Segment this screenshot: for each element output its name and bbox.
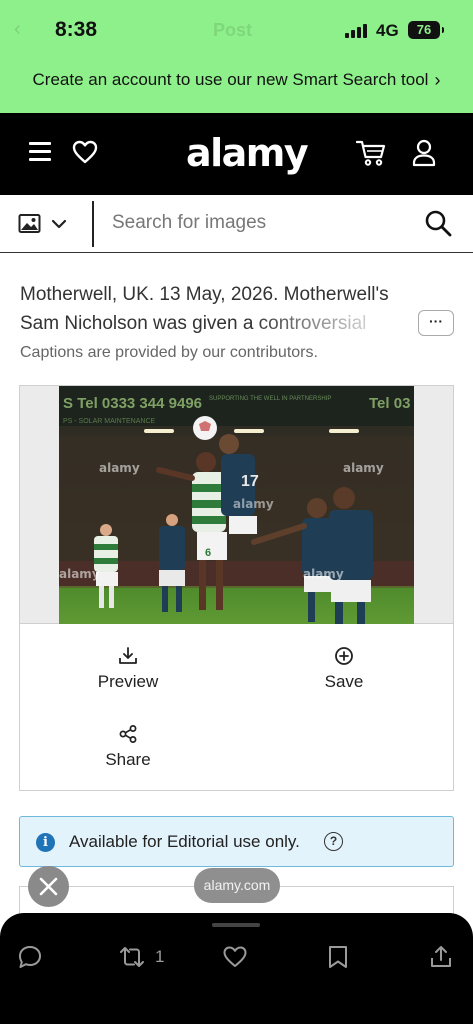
board-sub-text: PS - SOLAR MAINTENANCE <box>63 418 156 425</box>
network-type: 4G <box>376 21 399 40</box>
search-icon[interactable] <box>424 209 452 237</box>
caption-fade <box>250 309 400 338</box>
search-input[interactable] <box>112 207 402 239</box>
image-icon <box>18 214 67 233</box>
alamy-logo[interactable]: alamy <box>186 131 309 175</box>
close-button[interactable] <box>28 866 69 907</box>
battery-icon: 76 <box>408 21 444 39</box>
back-arrow-icon: ‹ <box>14 18 21 40</box>
promo-banner[interactable]: Create an account to use our new Smart S… <box>0 60 473 100</box>
share-button[interactable]: Share <box>48 724 208 770</box>
save-button[interactable]: Save <box>264 646 424 692</box>
preview-label: Preview <box>97 672 159 691</box>
promo-text: Create an account to use our new Smart S… <box>32 70 429 89</box>
bottom-action-bar: 1 <box>0 913 473 1024</box>
search-bar <box>0 195 473 253</box>
bookmark-button[interactable] <box>327 943 349 971</box>
site-header: alamy <box>0 113 473 195</box>
user-icon[interactable] <box>412 139 436 167</box>
url-pill[interactable]: alamy.com <box>194 868 280 903</box>
preview-button[interactable]: Preview <box>48 646 208 692</box>
download-icon <box>119 647 137 664</box>
board-left-text: S Tel 0333 344 9496 <box>63 395 202 412</box>
shirt-number-17: 17 <box>241 473 259 490</box>
ghost-post-title: Post <box>213 20 253 40</box>
watermark: alamy <box>303 567 344 581</box>
search-divider <box>92 201 94 247</box>
bookmark-icon <box>329 946 347 968</box>
menu-icon[interactable] <box>29 142 51 161</box>
caption-note: Captions are provided by our contributor… <box>20 344 318 361</box>
plus-circle-icon <box>335 647 353 665</box>
board-right-text: Tel 03 <box>369 395 410 412</box>
reply-button[interactable] <box>17 943 43 971</box>
more-caption-button[interactable]: ··· <box>418 310 454 336</box>
status-time: 8:38 <box>55 18 98 41</box>
info-icon: i <box>36 833 55 852</box>
watermark: alamy <box>343 461 384 475</box>
heart-icon[interactable] <box>72 140 98 164</box>
share-post-button[interactable] <box>429 943 453 971</box>
share-label: Share <box>105 750 151 769</box>
board-mid-text: SUPPORTING THE WELL IN PARTNERSHIP <box>209 396 331 402</box>
retweet-count: 1 <box>155 947 165 966</box>
sheet-grabber[interactable] <box>212 923 260 927</box>
close-icon <box>39 877 58 896</box>
upload-icon <box>431 946 451 967</box>
retweet-button[interactable]: 1 <box>117 943 164 971</box>
search-type-dropdown[interactable] <box>18 209 76 239</box>
watermark: alamy <box>59 567 100 581</box>
help-icon[interactable]: ? <box>324 832 343 851</box>
watermark: alamy <box>233 497 274 511</box>
save-label: Save <box>324 672 364 691</box>
image-card: S Tel 0333 344 9496 SUPPORTING THE WELL … <box>19 385 454 791</box>
like-button[interactable] <box>222 943 248 971</box>
editorial-use-banner: i Available for Editorial use only. ? <box>19 816 454 867</box>
football-photo[interactable]: S Tel 0333 344 9496 SUPPORTING THE WELL … <box>59 386 414 624</box>
shirt-number-6: 6 <box>205 547 211 559</box>
share-icon <box>119 725 137 743</box>
signal-icon <box>345 24 369 38</box>
cart-icon[interactable] <box>356 139 386 167</box>
retweet-icon <box>120 947 144 967</box>
photo-container: S Tel 0333 344 9496 SUPPORTING THE WELL … <box>20 386 453 624</box>
status-bar: ‹ 8:38 Post 4G 76 <box>0 0 473 60</box>
heart-icon <box>223 946 247 967</box>
top-banner-area: ‹ 8:38 Post 4G 76 Create an account to u… <box>0 0 473 113</box>
editorial-use-text: Available for Editorial use only. <box>69 832 300 851</box>
watermark: alamy <box>99 461 140 475</box>
reply-icon <box>19 946 41 968</box>
chevron-right-icon: › <box>434 69 441 90</box>
